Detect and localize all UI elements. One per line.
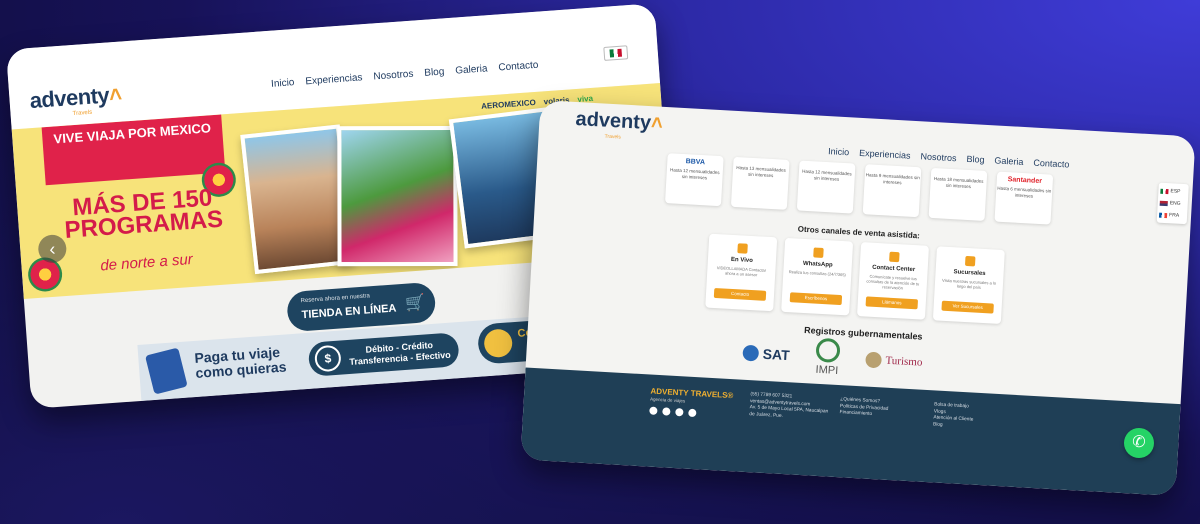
bank-name: BBVA	[685, 158, 706, 167]
photo-folk-dancers	[337, 125, 458, 267]
bank-card: Hasta 13 mensualidades sin intereses	[730, 156, 790, 210]
bank-card: Santander Hasta 6 mensualidades sin inter…	[994, 171, 1054, 225]
bank-offer: Hasta 12 mensualidades sin intereses	[802, 168, 852, 182]
channel-desc: VIDEOLLAMADA Contactar ahora a un asesor	[716, 265, 767, 278]
banner-headline: MÁS DE 150 PROGRAMAS	[63, 184, 224, 244]
lang-label: ESP	[1170, 188, 1181, 195]
nav-nosotros[interactable]: Nosotros	[373, 69, 414, 83]
nav-contacto[interactable]: Contacto	[498, 60, 539, 74]
lang-label: ENG	[1169, 200, 1181, 207]
whatsapp-floating-button[interactable]: ✆	[1124, 428, 1154, 458]
channel-name: WhatsApp	[802, 260, 833, 269]
channel-card-branches: Sucursales Visita nuestras sucursales a …	[932, 246, 1005, 325]
write-us-button[interactable]: Escríbenos	[789, 292, 843, 306]
payment-methods-pill: $ Débito - Crédito Transferencia - Efect…	[307, 332, 460, 377]
cash-icon: $	[313, 344, 342, 373]
channel-desc: Realiza tus consultas (24/7/365)	[788, 269, 846, 278]
view-branches-button[interactable]: Ver Sucursales	[941, 300, 994, 314]
banner-tagline: de norte a sur	[99, 250, 194, 275]
channel-card-contact-center: Contact Center Comunícate y resuelve tus…	[856, 242, 930, 320]
channel-desc: Visita nuestras sucursales a lo largo de…	[942, 277, 997, 290]
mexico-seal-icon	[865, 351, 882, 369]
payment-options-window: adventy˄ Travels Inicio Experiencias Nos…	[520, 99, 1196, 497]
nav-inicio[interactable]: Inicio	[828, 146, 850, 157]
facebook-icon[interactable]	[662, 407, 671, 416]
channel-card-video: En Vivo VIDEOLLAMADA Contactar ahora a u…	[705, 233, 778, 312]
contact-button[interactable]: Contacto	[713, 287, 767, 301]
nav-blog[interactable]: Blog	[424, 66, 445, 78]
bank-offer: Hasta 9 mensualidades sin intereses	[865, 172, 920, 186]
usa-flag-icon	[1159, 200, 1168, 206]
whatsapp-icon[interactable]	[675, 407, 684, 417]
phone-icon	[889, 251, 900, 263]
video-call-icon	[737, 243, 748, 254]
bank-card: Hasta 18 mensualidades sin intereses	[928, 167, 988, 221]
channel-name: Contact Center	[872, 264, 916, 274]
nav-galeria[interactable]: Galeria	[455, 63, 488, 76]
mexico-flag-icon	[1160, 188, 1169, 194]
footer-contact: (55) 7789 607 5321 ventas@adventytravels…	[749, 392, 829, 422]
bank-offer: Hasta 6 mensualidades sin intereses	[997, 185, 1052, 199]
shopping-cart-icon: 🛒	[404, 294, 426, 313]
instagram-icon[interactable]	[649, 406, 658, 415]
bank-offer: Hasta 13 mensualidades sin intereses	[736, 165, 786, 179]
bank-card: Hasta 9 mensualidades sin intereses	[862, 164, 922, 218]
bank-offer: Hasta 18 mensualidades sin intereses	[933, 176, 984, 190]
impi-logo: IMPI	[815, 337, 841, 377]
nav-blog[interactable]: Blog	[966, 154, 985, 165]
nav-inicio[interactable]: Inicio	[271, 77, 295, 90]
lang-label: FRA	[1168, 212, 1180, 219]
turismo-logo: Turismo	[865, 351, 923, 371]
logo-subtitle: Travels	[72, 109, 93, 118]
impi-icon	[815, 337, 841, 364]
language-dropdown: ESP ENG FRA	[1156, 182, 1189, 225]
bank-card: Hasta 12 mensualidades sin intereses	[796, 160, 856, 214]
language-selector[interactable]	[603, 45, 629, 61]
cards-icon	[483, 328, 514, 359]
turismo-label: Turismo	[885, 354, 923, 369]
logo-subtitle: Travels	[604, 133, 621, 141]
store-icon	[964, 255, 976, 267]
call-us-button[interactable]: Llámanos	[865, 296, 919, 310]
footer-subtitle: Agencia de viajes	[649, 396, 686, 404]
site-logo[interactable]: adventy˄	[29, 82, 123, 115]
bank-card: BBVA Hasta 12 mensualidades sin intereses	[664, 153, 724, 207]
nav-experiencias[interactable]: Experiencias	[859, 148, 911, 161]
mexico-flag-icon	[609, 48, 623, 58]
channel-name: En Vivo	[730, 256, 754, 265]
channel-name: Sucursales	[953, 269, 986, 278]
nav-experiencias[interactable]: Experiencias	[305, 72, 363, 87]
nav-contacto[interactable]: Contacto	[1033, 158, 1070, 170]
whatsapp-icon	[813, 247, 824, 258]
lang-option-fra[interactable]: FRA	[1158, 209, 1186, 222]
store-button-caption: Reserva ahora en nuestra	[300, 293, 371, 305]
sat-icon	[742, 344, 760, 362]
footer-links-col-2: Bolsa de trabajo Vlogs Atención al Clien…	[933, 402, 974, 430]
store-button-label: TIENDA EN LÍNEA	[301, 302, 397, 322]
footer-links-col-1: ¿Quiénes Somos? Políticas de Privacidad …	[839, 397, 889, 419]
sales-channels-row: En Vivo VIDEOLLAMADA Contactar ahora a u…	[705, 233, 1005, 325]
tiktok-icon[interactable]	[688, 408, 697, 418]
credit-card-icon	[144, 347, 188, 395]
channel-card-whatsapp: WhatsApp Realiza tus consultas (24/7/365…	[781, 237, 854, 316]
social-links	[649, 406, 697, 418]
bank-offer: Hasta 12 mensualidades sin intereses	[669, 167, 720, 181]
payment-title: Paga tu viaje como quieras	[193, 343, 287, 381]
channels-title: Otros canales de venta asistida:	[797, 224, 921, 241]
main-nav: Inicio Experiencias Nosotros Blog Galeri…	[271, 60, 539, 90]
sat-label: SAT	[762, 345, 791, 364]
nav-galeria[interactable]: Galeria	[994, 155, 1024, 167]
france-flag-icon	[1158, 212, 1168, 218]
impi-label: IMPI	[815, 363, 839, 377]
sat-logo: SAT	[742, 344, 791, 364]
bank-name: Santander	[1007, 176, 1043, 186]
site-logo[interactable]: adventy˄	[575, 108, 663, 136]
channel-desc: Comunícate y resuelve tus consultas de l…	[866, 273, 920, 291]
nav-nosotros[interactable]: Nosotros	[920, 151, 957, 163]
gov-registries-row: SAT IMPI Turismo	[742, 334, 924, 382]
payment-methods-text: Débito - Crédito Transferencia - Efectiv…	[349, 339, 452, 367]
